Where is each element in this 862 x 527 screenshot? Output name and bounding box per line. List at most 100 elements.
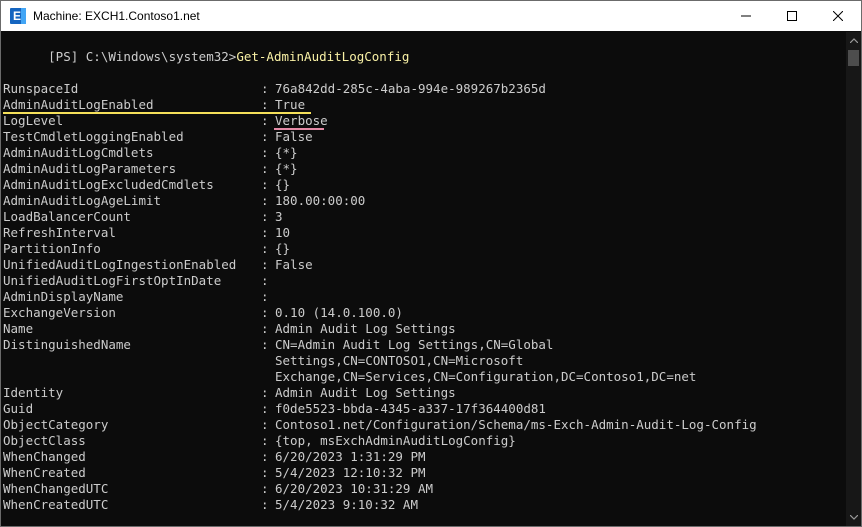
property-name: RefreshInterval [3, 225, 116, 240]
property-separator: : [261, 321, 277, 336]
property-value: 0.10 (14.0.100.0) [275, 305, 403, 320]
property-separator: : [261, 257, 277, 272]
property-name: Guid [3, 401, 34, 416]
property-separator: : [261, 177, 277, 192]
powershell-window: E Machine: EXCH1.Contoso1.net [PS] C:\Wi… [0, 0, 862, 527]
property-value: 6/20/2023 10:31:29 AM [275, 481, 434, 496]
command-text: Get-AdminAuditLogConfig [236, 49, 410, 64]
maximize-button[interactable] [769, 1, 815, 31]
property-separator: : [261, 385, 277, 400]
property-value: False [275, 129, 313, 144]
property-separator: : [261, 417, 277, 432]
property-value: 10 [275, 225, 291, 240]
property-separator: : [261, 225, 277, 240]
property-value: Settings,CN=CONTOSO1,CN=Microsoft [275, 353, 524, 368]
property-value: Exchange,CN=Services,CN=Configuration,DC… [275, 369, 697, 384]
exchange-shell-icon: E [10, 8, 26, 24]
property-separator: : [261, 209, 277, 224]
property-value: Contoso1.net/Configuration/Schema/ms-Exc… [275, 417, 757, 432]
output-row: AdminAuditLogEnabled: True [3, 97, 305, 113]
output-row: AdminAuditLogCmdlets: {*} [3, 145, 298, 161]
property-value: 6/20/2023 1:31:29 PM [275, 449, 426, 464]
output-row: LoadBalancerCount: 3 [3, 209, 283, 225]
close-button[interactable] [815, 1, 861, 31]
output-row: Guid: f0de5523-bbda-4345-a337-17f364400d… [3, 401, 546, 417]
property-separator: : [261, 305, 277, 320]
property-name: AdminAuditLogAgeLimit [3, 193, 162, 208]
maximize-icon [787, 11, 797, 21]
property-name: LogLevel [3, 113, 64, 128]
property-separator: : [261, 193, 277, 208]
property-name: ObjectCategory [3, 417, 109, 432]
close-icon [833, 11, 843, 21]
property-separator: : [261, 481, 277, 496]
property-separator: : [261, 113, 277, 128]
output-row: ObjectClass: {top, msExchAdminAuditLogCo… [3, 433, 516, 449]
property-value: {} [275, 177, 291, 192]
property-name: UnifiedAuditLogFirstOptInDate [3, 273, 222, 288]
property-name: Identity [3, 385, 64, 400]
output-row: Exchange,CN=Services,CN=Configuration,DC… [3, 369, 696, 385]
minimize-icon [741, 15, 751, 17]
chevron-down-icon [849, 515, 858, 520]
property-value: f0de5523-bbda-4345-a337-17f364400d81 [275, 401, 546, 416]
property-name: ObjectClass [3, 433, 86, 448]
property-value: 3 [275, 209, 283, 224]
output-row: TestCmdletLoggingEnabled: False [3, 129, 313, 145]
property-value: Verbose [275, 113, 328, 128]
property-name: AdminAuditLogEnabled [3, 97, 154, 112]
property-name: AdminAuditLogExcludedCmdlets [3, 177, 214, 192]
vertical-scrollbar[interactable] [846, 32, 861, 526]
output-row: AdminAuditLogParameters: {*} [3, 161, 298, 177]
property-name: ExchangeVersion [3, 305, 116, 320]
output-row: WhenCreated: 5/4/2023 12:10:32 PM [3, 465, 426, 481]
output-row: Identity: Admin Audit Log Settings [3, 385, 456, 401]
property-name: RunspaceId [3, 81, 79, 96]
output-row: AdminAuditLogAgeLimit: 180.00:00:00 [3, 193, 365, 209]
property-value: 180.00:00:00 [275, 193, 366, 208]
scroll-up-button[interactable] [846, 32, 861, 49]
output-row: Settings,CN=CONTOSO1,CN=Microsoft [3, 353, 523, 369]
property-separator: : [261, 145, 277, 160]
property-separator: : [261, 401, 277, 416]
property-name: TestCmdletLoggingEnabled [3, 129, 184, 144]
minimize-button[interactable] [723, 1, 769, 31]
property-separator: : [261, 465, 277, 480]
property-name: AdminAuditLogCmdlets [3, 145, 154, 160]
property-value: 5/4/2023 12:10:32 PM [275, 465, 426, 480]
output-row: AdminDisplayName: [3, 289, 275, 305]
property-value: Admin Audit Log Settings [275, 321, 456, 336]
output-row: LogLevel: Verbose [3, 113, 328, 129]
property-value: {*} [275, 145, 298, 160]
output-row: UnifiedAuditLogIngestionEnabled: False [3, 257, 313, 273]
property-name: LoadBalancerCount [3, 209, 131, 224]
console-output[interactable]: [PS] C:\Windows\system32>Get-AdminAuditL… [3, 32, 845, 526]
property-name: WhenCreatedUTC [3, 497, 109, 512]
property-name: Name [3, 321, 34, 336]
property-separator: : [261, 289, 277, 304]
output-row: AdminAuditLogExcludedCmdlets: {} [3, 177, 290, 193]
log-level-highlight [274, 128, 324, 130]
property-name: WhenChanged [3, 449, 86, 464]
output-row: WhenChanged: 6/20/2023 1:31:29 PM [3, 449, 426, 465]
output-row: WhenChangedUTC: 6/20/2023 10:31:29 AM [3, 481, 433, 497]
property-value: False [275, 257, 313, 272]
property-value: True [275, 97, 306, 112]
property-separator: : [261, 337, 277, 352]
property-separator: : [261, 129, 277, 144]
output-row: WhenCreatedUTC: 5/4/2023 9:10:32 AM [3, 497, 418, 513]
scrollbar-thumb[interactable] [848, 50, 859, 66]
property-name: AdminDisplayName [3, 289, 124, 304]
output-row: Name: Admin Audit Log Settings [3, 321, 456, 337]
property-name: AdminAuditLogParameters [3, 161, 177, 176]
property-value: {} [275, 241, 291, 256]
scroll-down-button[interactable] [846, 509, 861, 526]
chevron-up-icon [849, 38, 858, 43]
property-value: {top, msExchAdminAuditLogConfig} [275, 433, 516, 448]
title-bar[interactable]: E Machine: EXCH1.Contoso1.net [1, 1, 861, 31]
property-value: 76a842dd-285c-4aba-994e-989267b2365d [275, 81, 546, 96]
prompt-text: [PS] C:\Windows\system32> [48, 49, 237, 64]
property-name: WhenCreated [3, 465, 86, 480]
property-separator: : [261, 273, 277, 288]
output-row: PartitionInfo: {} [3, 241, 290, 257]
